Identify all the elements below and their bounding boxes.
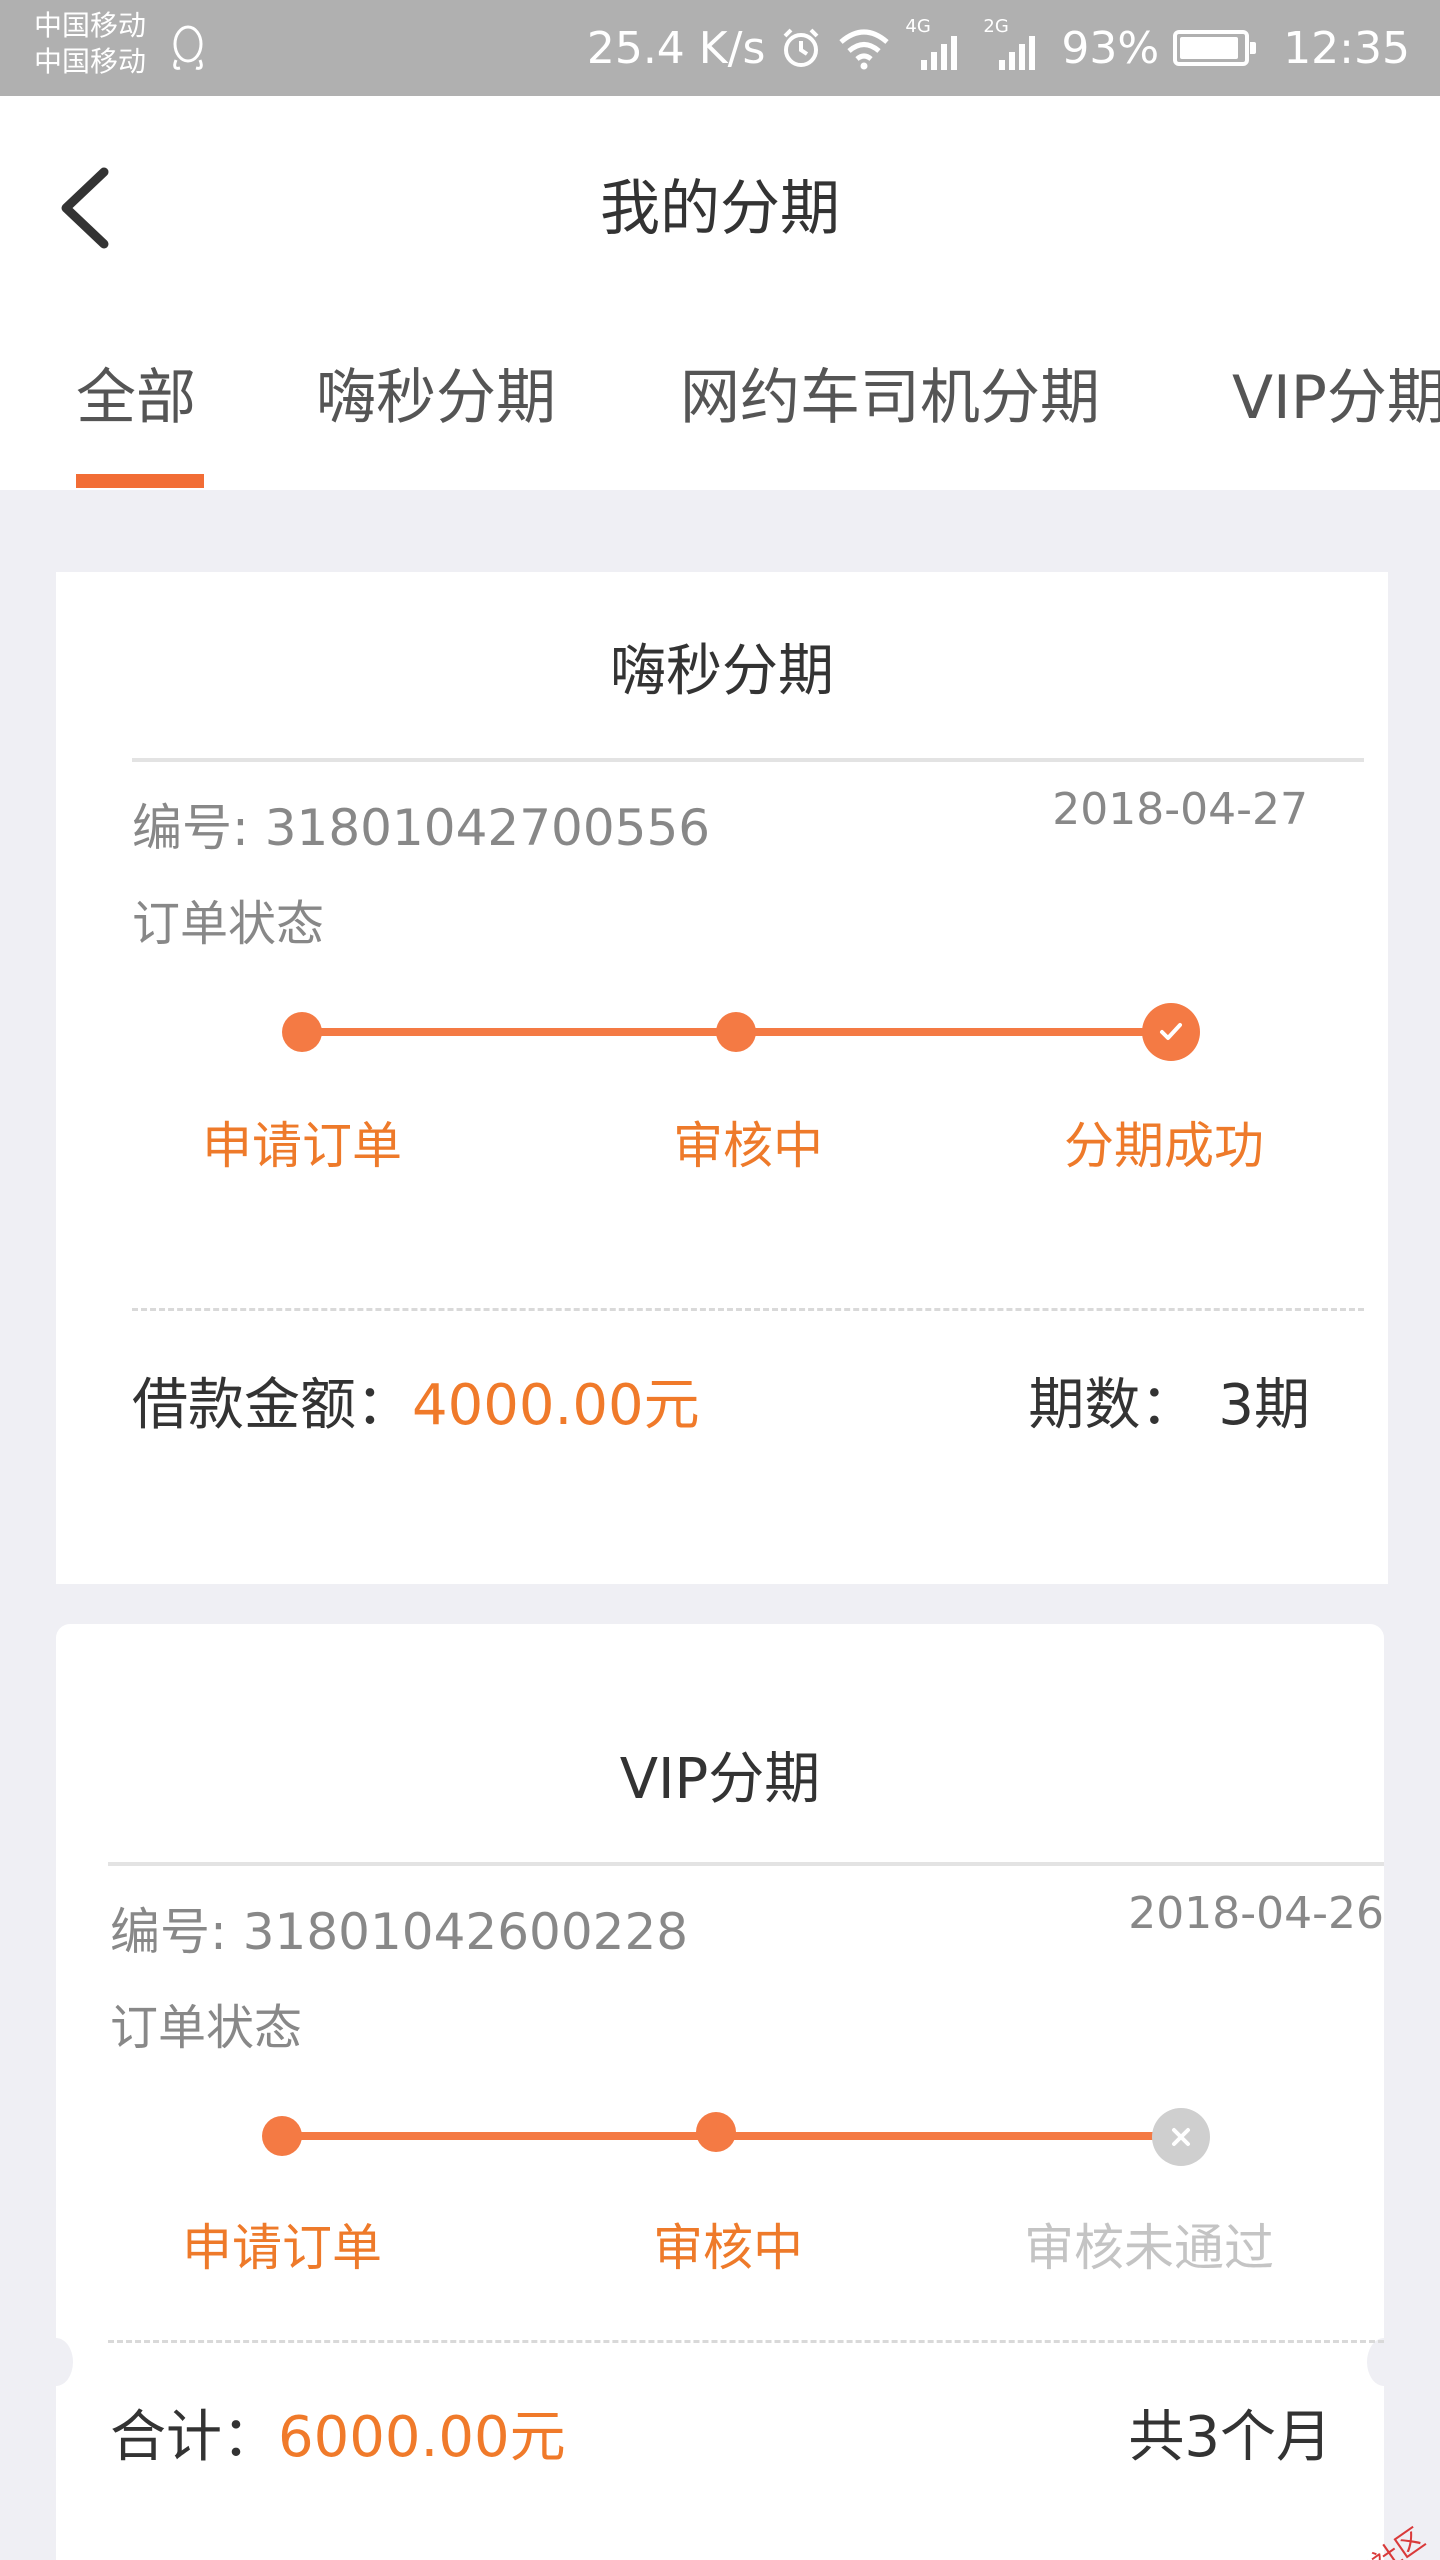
carrier-2: 中国移动 (34, 45, 147, 78)
dashed-divider (108, 2340, 1384, 2343)
step-success-icon (1142, 1003, 1200, 1061)
status-bar: 中国移动 中国移动 25.4 K/s 4G 2G 93% 12:35 (0, 0, 1440, 96)
order-status-label: 订单状态 (110, 2000, 303, 2056)
step-dot-apply (282, 1012, 322, 1052)
order-card[interactable]: 嗨秒分期 编号: 31801042700556 2018-04-27 订单状态 … (56, 572, 1388, 1584)
check-icon (1160, 1023, 1182, 1040)
signal-1: 4G (905, 18, 969, 78)
order-title: VIP分期 (619, 1747, 821, 1812)
loan-amount: 借款金额：4000.00元 (132, 1360, 700, 1441)
period-label: 期数： (1028, 1373, 1197, 1438)
loan-amount-label: 借款金额： (132, 1373, 412, 1438)
loan-amount-value: 4000.00元 (412, 1373, 700, 1438)
signal-2: 2G (983, 18, 1047, 78)
battery-percent: 93% (1061, 22, 1160, 74)
step-label-apply: 申请订单 (182, 2219, 382, 2277)
tab-vip[interactable]: VIP分期 (1232, 358, 1440, 438)
period-value: 3期 (1218, 1373, 1310, 1438)
order-number: 编号: 31801042600228 (110, 1903, 689, 1961)
divider (132, 758, 1364, 762)
tab-all[interactable]: 全部 (76, 358, 196, 438)
qq-icon (173, 25, 203, 70)
page-title: 我的分期 (600, 174, 840, 244)
order-card[interactable]: VIP分期 编号: 31801042600228 2018-04-26 订单状态… (39, 1624, 1401, 2560)
dashed-divider (132, 1308, 1364, 1311)
close-icon (1172, 2128, 1190, 2146)
step-failed-icon (1152, 2108, 1210, 2166)
tab-haimiao[interactable]: 嗨秒分期 (316, 358, 556, 438)
step-label-apply: 申请订单 (202, 1117, 402, 1175)
step-dot-review (696, 2112, 736, 2152)
step-dot-review (716, 1012, 756, 1052)
signal-icon (999, 36, 1036, 70)
order-date: 2018-04-27 (1052, 784, 1308, 835)
step-label-review: 审核中 (673, 1117, 823, 1175)
divider (108, 1862, 1384, 1866)
step-label-review: 审核中 (653, 2219, 803, 2277)
battery-icon (1173, 30, 1257, 66)
step-label-failed: 审核未通过 (1024, 2219, 1274, 2277)
app-header: 我的分期 (0, 96, 1440, 310)
signal-icon (921, 36, 958, 70)
period-count: 期数： 3期 (1028, 1360, 1310, 1441)
carrier-1: 中国移动 (34, 9, 147, 42)
net-speed: 25.4 K/s (586, 22, 766, 74)
card-notch-left (39, 2338, 73, 2386)
total-amount-label: 合计： (110, 2405, 278, 2470)
step-label-success: 分期成功 (1064, 1117, 1264, 1175)
order-number: 编号: 31801042700556 (132, 799, 711, 857)
order-status-label: 订单状态 (132, 896, 325, 952)
period-text: 共3个月 (1128, 2405, 1332, 2470)
card-notch-right (1367, 2338, 1401, 2386)
total-amount: 合计：6000.00元 (110, 2392, 566, 2473)
status-right: 25.4 K/s 4G 2G 93% 12:35 (587, 0, 1410, 96)
order-title: 嗨秒分期 (610, 639, 834, 704)
total-amount-value: 6000.00元 (278, 2405, 566, 2470)
step-dot-apply (262, 2116, 302, 2156)
clock: 12:35 (1283, 22, 1410, 74)
wifi-icon (839, 29, 890, 70)
carrier-names: 中国移动 中国移动 (34, 8, 146, 80)
order-date: 2018-04-26 (1128, 1888, 1384, 1939)
tab-active-indicator (76, 474, 204, 488)
alarm-icon (783, 28, 819, 67)
tab-ride-hailing[interactable]: 网约车司机分期 (680, 358, 1100, 438)
tab-bar: 全部 嗨秒分期 网约车司机分期 VIP分期 (0, 310, 1440, 490)
